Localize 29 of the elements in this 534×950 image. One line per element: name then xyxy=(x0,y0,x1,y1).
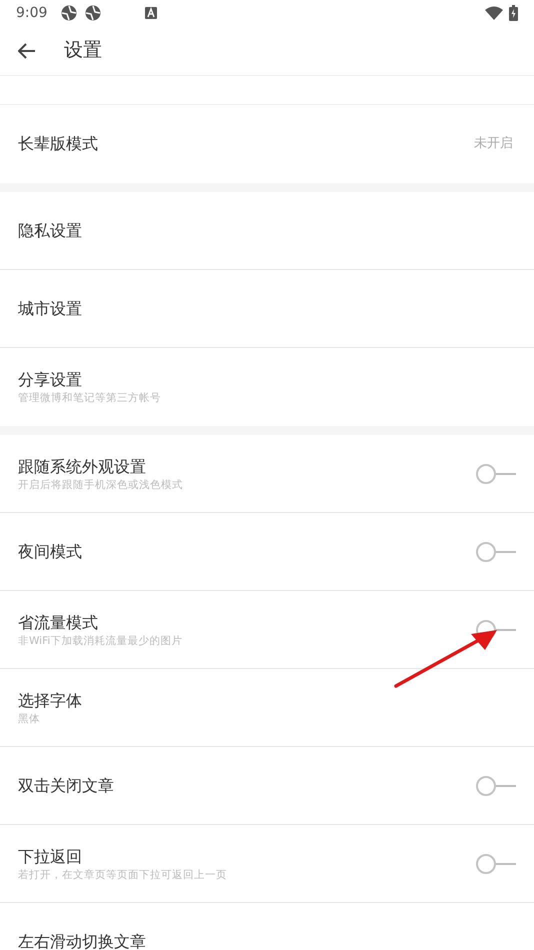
setting-title: 隐私设置 xyxy=(18,220,82,242)
setting-title: 选择字体 xyxy=(18,690,82,712)
setting-title: 夜间模式 xyxy=(18,540,82,562)
aperture-icon xyxy=(85,5,102,21)
setting-title: 省流量模式 xyxy=(18,612,99,634)
back-arrow-icon[interactable] xyxy=(18,42,36,58)
setting-title: 跟随系统外观设置 xyxy=(18,456,147,478)
clock: 9:09 xyxy=(16,4,48,22)
wifi-icon xyxy=(485,6,503,20)
setting-title: 下拉返回 xyxy=(18,846,83,868)
setting-title: 双击关闭文章 xyxy=(18,774,114,796)
setting-title: 城市设置 xyxy=(18,298,82,320)
toggle-switch[interactable] xyxy=(476,540,516,562)
setting-value: 未开启 xyxy=(474,135,513,154)
setting-description: 若打开，在文章页等页面下拉可返回上一页 xyxy=(18,868,227,882)
keyboard-icon xyxy=(145,7,158,19)
setting-title: 分享设置 xyxy=(18,369,83,391)
setting-title: 左右滑动切换文章 xyxy=(18,931,146,950)
toggle-switch[interactable] xyxy=(476,852,516,874)
page-title: 设置 xyxy=(64,38,102,64)
setting-description: 非WiFi下加载消耗流量最少的图片 xyxy=(18,634,182,648)
setting-description: 管理微博和笔记等第三方帐号 xyxy=(18,391,161,405)
toggle-switch[interactable] xyxy=(476,462,516,484)
toggle-switch[interactable] xyxy=(476,774,516,796)
setting-title: 长辈版模式 xyxy=(18,133,98,155)
setting-description: 开启后将跟随手机深色或浅色模式 xyxy=(18,478,183,492)
battery-icon xyxy=(509,5,518,21)
setting-description: 黑体 xyxy=(18,712,41,726)
aperture-icon xyxy=(61,5,78,21)
